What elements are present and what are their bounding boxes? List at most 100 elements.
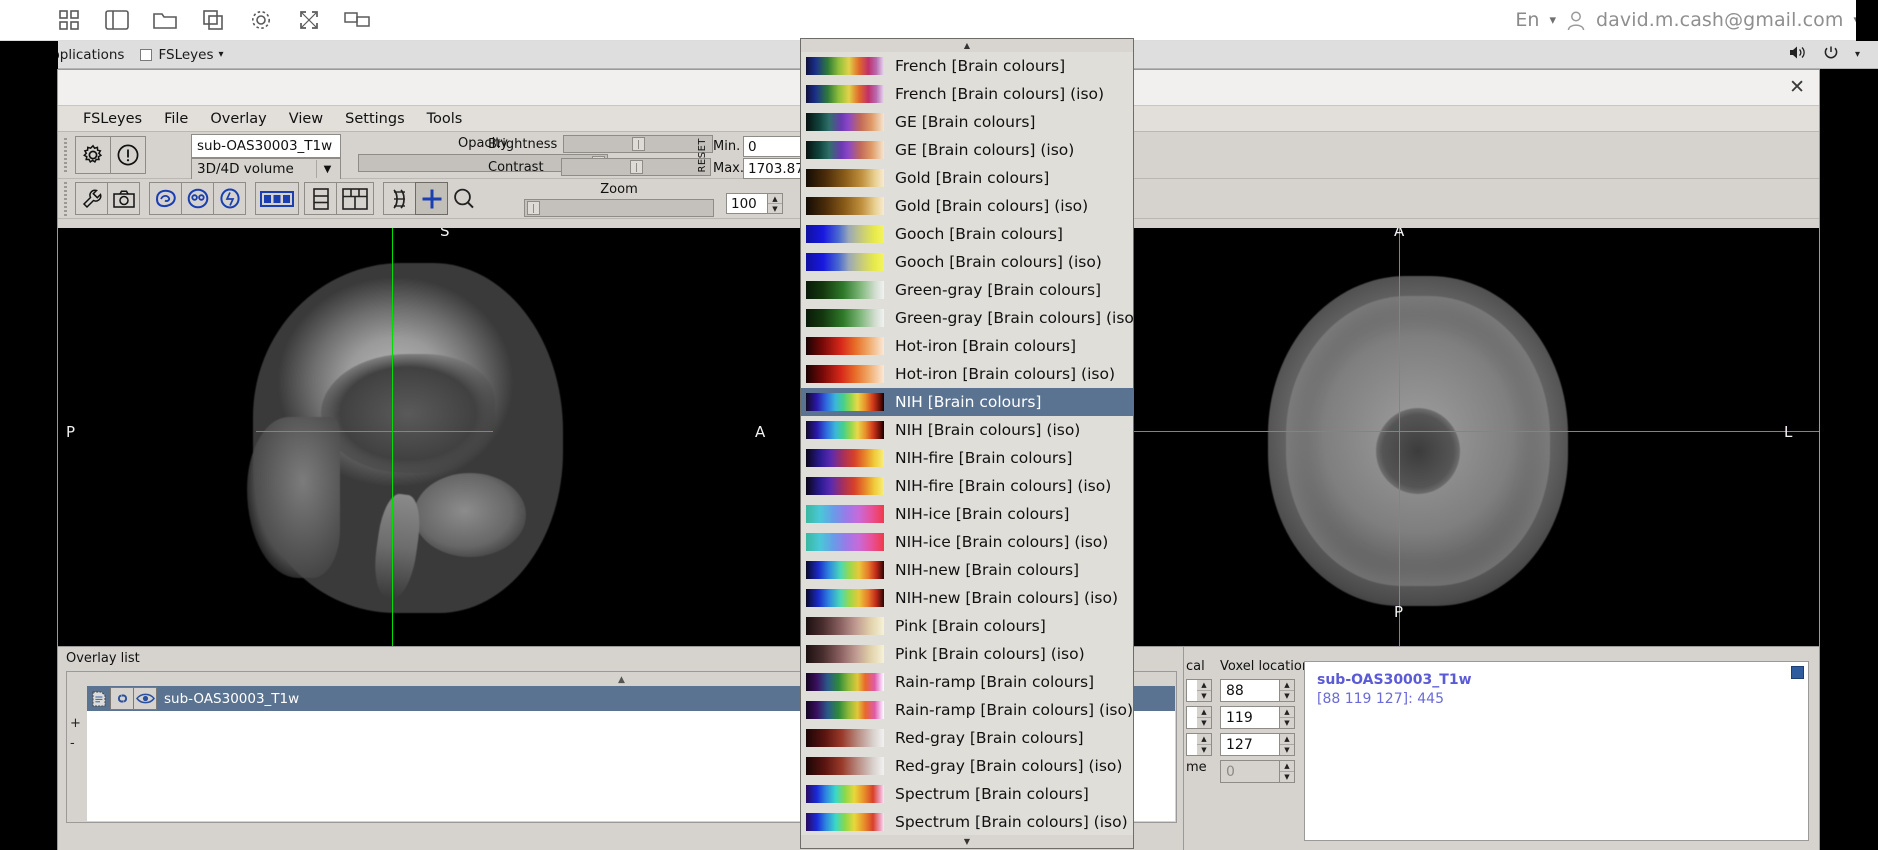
colourmap-option[interactable]: Green-gray [Brain colours] (iso) xyxy=(801,304,1133,332)
dropdown-scroll-down-icon[interactable]: ▼ xyxy=(801,835,1133,848)
brightness-slider-thumb[interactable] xyxy=(632,137,646,151)
menu-file[interactable]: File xyxy=(153,111,199,127)
overlay-name-field[interactable]: sub-OAS30003_T1w xyxy=(191,134,341,158)
voxel-z-spinner[interactable]: 127 ▲ ▼ xyxy=(1220,733,1310,756)
zoom-input[interactable]: 100 xyxy=(726,193,768,214)
world-y-up-icon[interactable]: ▲ xyxy=(1197,707,1211,718)
colourmap-option[interactable]: Hot-iron [Brain colours] xyxy=(801,332,1133,360)
colourmap-option[interactable]: NIH-fire [Brain colours] (iso) xyxy=(801,472,1133,500)
volume-up-icon[interactable]: ▲ xyxy=(1280,761,1294,772)
voxel-y-up-icon[interactable]: ▲ xyxy=(1280,707,1294,718)
gear-icon[interactable] xyxy=(248,8,274,32)
overlay-type-select[interactable]: 3D/4D volume ▼ xyxy=(191,158,341,180)
colourmap-option[interactable]: Pink [Brain colours] xyxy=(801,612,1133,640)
axial-view[interactable]: A L R L P xyxy=(1208,228,1819,646)
menu-tools[interactable]: Tools xyxy=(416,111,474,127)
language-chevron-down-icon[interactable]: ▾ xyxy=(1549,13,1556,28)
colourmap-option[interactable]: French [Brain colours] (iso) xyxy=(801,80,1133,108)
toolbar-grip[interactable] xyxy=(62,138,71,172)
world-z-input[interactable] xyxy=(1186,733,1197,756)
colourmap-option[interactable]: Rain-ramp [Brain colours] (iso) xyxy=(801,696,1133,724)
system-chevron-down-icon[interactable]: ▾ xyxy=(1855,49,1860,60)
zoom-slider-thumb[interactable] xyxy=(527,201,540,215)
contrast-slider[interactable] xyxy=(560,158,711,176)
camera-icon-button[interactable] xyxy=(107,182,140,215)
volume-spin-buttons[interactable]: ▲ ▼ xyxy=(1280,760,1295,783)
menu-view[interactable]: View xyxy=(278,111,334,127)
colourmap-option[interactable]: Green-gray [Brain colours] xyxy=(801,276,1133,304)
world-x-down-icon[interactable]: ▼ xyxy=(1197,691,1211,701)
menu-settings[interactable]: Settings xyxy=(334,111,415,127)
colourmap-option[interactable]: NIH-ice [Brain colours] (iso) xyxy=(801,528,1133,556)
voxel-z-up-icon[interactable]: ▲ xyxy=(1280,734,1294,745)
app-chevron-down-icon[interactable]: ▾ xyxy=(218,49,223,60)
link-icon[interactable] xyxy=(110,687,134,710)
account-email[interactable]: david.m.cash@gmail.com xyxy=(1596,9,1844,31)
volume-spinner[interactable]: 0 ▲ ▼ xyxy=(1220,760,1310,783)
colourmap-option[interactable]: NIH-fire [Brain colours] xyxy=(801,444,1133,472)
panel-icon[interactable] xyxy=(104,8,130,32)
current-app-name[interactable]: FSLeyes xyxy=(158,47,213,63)
colourmap-option[interactable]: Red-gray [Brain colours] xyxy=(801,724,1133,752)
save-icon[interactable] xyxy=(87,687,111,710)
menu-fsleyes[interactable]: FSLeyes xyxy=(72,111,153,127)
dropdown-scroll-up-icon[interactable]: ▲ xyxy=(801,39,1133,52)
colourmap-option[interactable]: NIH [Brain colours] xyxy=(801,388,1133,416)
overlay-list-add-remove[interactable]: + - xyxy=(70,714,81,754)
colourmap-option[interactable]: Hot-iron [Brain colours] (iso) xyxy=(801,360,1133,388)
folder-icon[interactable] xyxy=(152,8,178,32)
world-z-spin-buttons[interactable]: ▲ ▼ xyxy=(1197,733,1212,756)
colourmap-option[interactable]: NIH-ice [Brain colours] xyxy=(801,500,1133,528)
expand-icon[interactable] xyxy=(296,8,322,32)
colourmap-option[interactable]: Gold [Brain colours] xyxy=(801,164,1133,192)
overlay-type-chevron-down-icon[interactable]: ▼ xyxy=(316,160,338,178)
view-toolbar-grip[interactable] xyxy=(62,181,71,216)
wrench-icon-button[interactable] xyxy=(75,182,108,215)
colourmap-option[interactable]: Spectrum [Brain colours] xyxy=(801,780,1133,808)
world-y-spinner[interactable]: ▲ ▼ xyxy=(1186,706,1212,729)
colourmap-option[interactable]: Red-gray [Brain colours] (iso) xyxy=(801,752,1133,780)
magnifier-icon-button[interactable] xyxy=(447,182,480,215)
overlay-info-button[interactable] xyxy=(110,136,146,174)
zoom-spin-up-icon[interactable]: ▲ xyxy=(768,194,782,204)
brightness-slider[interactable] xyxy=(563,135,714,153)
brain-coronal-icon-button[interactable] xyxy=(181,182,214,215)
world-y-down-icon[interactable]: ▼ xyxy=(1197,718,1211,728)
voxel-x-down-icon[interactable]: ▼ xyxy=(1280,691,1294,701)
colourmap-option[interactable]: NIH-new [Brain colours] (iso) xyxy=(801,584,1133,612)
volume-icon[interactable] xyxy=(1789,45,1807,64)
close-icon[interactable]: ✕ xyxy=(1789,78,1805,97)
zoom-spin-buttons[interactable]: ▲ ▼ xyxy=(768,193,783,214)
overlay-add-button[interactable]: + xyxy=(70,714,81,734)
zoom-slider[interactable] xyxy=(524,199,714,217)
brain-axial-icon-button[interactable] xyxy=(213,182,246,215)
voxel-y-spin-buttons[interactable]: ▲ ▼ xyxy=(1280,706,1295,729)
world-y-spin-buttons[interactable]: ▲ ▼ xyxy=(1197,706,1212,729)
colourmap-option[interactable]: Rain-ramp [Brain colours] xyxy=(801,668,1133,696)
voxel-x-spinner[interactable]: 88 ▲ ▼ xyxy=(1220,679,1310,702)
colourmap-option[interactable]: GE [Brain colours] (iso) xyxy=(801,136,1133,164)
colourmap-option[interactable]: French [Brain colours] xyxy=(801,52,1133,80)
colourmap-option[interactable]: Spectrum [Brain colours] (iso) xyxy=(801,808,1133,835)
display-settings-gear-button[interactable] xyxy=(75,136,111,174)
world-x-spinner[interactable]: ▲ ▼ xyxy=(1186,679,1212,702)
world-x-up-icon[interactable]: ▲ xyxy=(1197,680,1211,691)
reset-label[interactable]: RESET xyxy=(697,138,708,173)
brain-sagittal-icon-button[interactable] xyxy=(149,182,182,215)
voxel-z-input[interactable]: 127 xyxy=(1220,733,1280,756)
crosshair-icon-button[interactable] xyxy=(415,182,448,215)
voxel-z-down-icon[interactable]: ▼ xyxy=(1280,745,1294,755)
world-z-up-icon[interactable]: ▲ xyxy=(1197,734,1211,745)
voxel-z-spin-buttons[interactable]: ▲ ▼ xyxy=(1280,733,1295,756)
volume-down-icon[interactable]: ▼ xyxy=(1280,772,1294,782)
voxel-x-input[interactable]: 88 xyxy=(1220,679,1280,702)
eye-icon[interactable] xyxy=(133,687,157,710)
menu-overlay[interactable]: Overlay xyxy=(199,111,277,127)
world-y-input[interactable] xyxy=(1186,706,1197,729)
sagittal-view[interactable]: S P A xyxy=(58,228,813,646)
world-z-spinner[interactable]: ▲ ▼ xyxy=(1186,733,1212,756)
colourmap-option[interactable]: GE [Brain colours] xyxy=(801,108,1133,136)
voxel-y-down-icon[interactable]: ▼ xyxy=(1280,718,1294,728)
zoom-spin-down-icon[interactable]: ▼ xyxy=(768,204,782,213)
world-z-down-icon[interactable]: ▼ xyxy=(1197,745,1211,755)
